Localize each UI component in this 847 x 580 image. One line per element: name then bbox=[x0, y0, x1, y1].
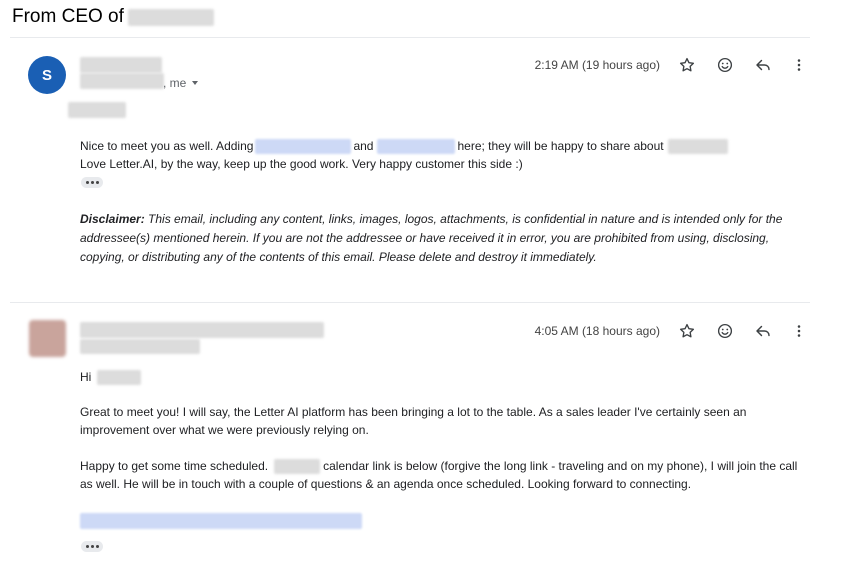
reply-icon bbox=[756, 59, 770, 71]
more-vert-icon bbox=[797, 59, 801, 71]
message-time: 4:05 AM (18 hours ago) bbox=[534, 324, 660, 338]
divider-middle bbox=[10, 302, 810, 303]
show-trimmed-content-button[interactable] bbox=[81, 541, 103, 552]
redacted-sender-name bbox=[80, 57, 162, 73]
emoji-icon bbox=[717, 57, 733, 73]
more-options-button[interactable] bbox=[786, 52, 812, 78]
body-text-segment: Happy to get some time scheduled. bbox=[80, 459, 269, 473]
body-text-segment: and bbox=[353, 139, 374, 153]
show-trimmed-content-button[interactable] bbox=[81, 177, 103, 188]
redacted-topic bbox=[667, 138, 728, 154]
more-vert-icon bbox=[797, 325, 801, 337]
redacted-recipient-line bbox=[80, 339, 200, 354]
star-button[interactable] bbox=[674, 318, 700, 344]
more-horiz-icon bbox=[85, 545, 89, 548]
chevron-down-icon[interactable] bbox=[192, 81, 199, 85]
recipients-label: , me bbox=[163, 76, 187, 90]
emoji-icon bbox=[717, 323, 733, 339]
body-line: Great to meet you! I will say, the Lette… bbox=[80, 403, 746, 421]
message-paragraph: Great to meet you! I will say, the Lette… bbox=[80, 403, 746, 439]
disclaimer-text: This email, including any content, links… bbox=[80, 212, 783, 264]
body-line: Happy to get some time scheduled. calend… bbox=[80, 457, 797, 475]
disclaimer-label: Disclaimer: bbox=[80, 212, 145, 226]
body-line: improvement over what we were previously… bbox=[80, 421, 746, 439]
redacted-sender-email bbox=[80, 73, 164, 89]
redacted-name bbox=[97, 369, 142, 385]
body-text-segment: improvement over what we were previously… bbox=[80, 423, 369, 437]
star-icon bbox=[679, 57, 695, 72]
message-paragraph: Happy to get some time scheduled. calend… bbox=[80, 457, 797, 493]
body-line: Love Letter.AI, by the way, keep up the … bbox=[80, 155, 728, 173]
reply-button[interactable] bbox=[750, 52, 776, 78]
message-time: 2:19 AM (19 hours ago) bbox=[534, 58, 660, 72]
more-options-button[interactable] bbox=[786, 318, 812, 344]
message-body: Hi bbox=[80, 368, 142, 386]
recipients-summary[interactable]: , me bbox=[163, 76, 199, 90]
star-button[interactable] bbox=[674, 52, 700, 78]
disclaimer: Disclaimer: This email, including any co… bbox=[80, 210, 810, 267]
more-horiz-icon bbox=[85, 181, 89, 184]
body-text-segment: Nice to meet you as well. Adding bbox=[80, 139, 254, 153]
emoji-reaction-button[interactable] bbox=[712, 318, 738, 344]
redacted-company bbox=[127, 8, 214, 26]
redacted-person bbox=[377, 138, 456, 154]
redacted-person bbox=[255, 138, 352, 154]
divider-top bbox=[10, 37, 810, 38]
greeting-text: Hi bbox=[80, 370, 92, 384]
sender-avatar[interactable]: S bbox=[28, 56, 66, 94]
body-line: as well. He will be in touch with a coup… bbox=[80, 475, 797, 493]
emoji-reaction-button[interactable] bbox=[712, 52, 738, 78]
body-text-segment: Love Letter.AI, by the way, keep up the … bbox=[80, 157, 523, 171]
greeting-line: Hi bbox=[80, 368, 142, 386]
redacted-calendar-link[interactable] bbox=[80, 513, 362, 529]
heading-text: From CEO of bbox=[12, 6, 124, 27]
redacted-name bbox=[274, 458, 321, 474]
redacted-recipient-line bbox=[68, 102, 126, 118]
body-text-segment: calendar link is below (forgive the long… bbox=[323, 459, 798, 473]
reply-icon bbox=[756, 325, 770, 337]
body-line: Nice to meet you as well. Adding and her… bbox=[80, 137, 728, 155]
page-heading: From CEO of bbox=[12, 6, 214, 28]
redacted-sender-name bbox=[80, 322, 324, 338]
star-icon bbox=[679, 323, 695, 338]
body-text-segment: Great to meet you! I will say, the Lette… bbox=[80, 405, 747, 419]
body-text-segment: here; they will be happy to share about bbox=[457, 139, 664, 153]
body-text-segment: as well. He will be in touch with a coup… bbox=[80, 477, 692, 491]
reply-button[interactable] bbox=[750, 318, 776, 344]
message-body: Nice to meet you as well. Adding and her… bbox=[80, 137, 728, 173]
sender-avatar[interactable] bbox=[29, 320, 66, 357]
